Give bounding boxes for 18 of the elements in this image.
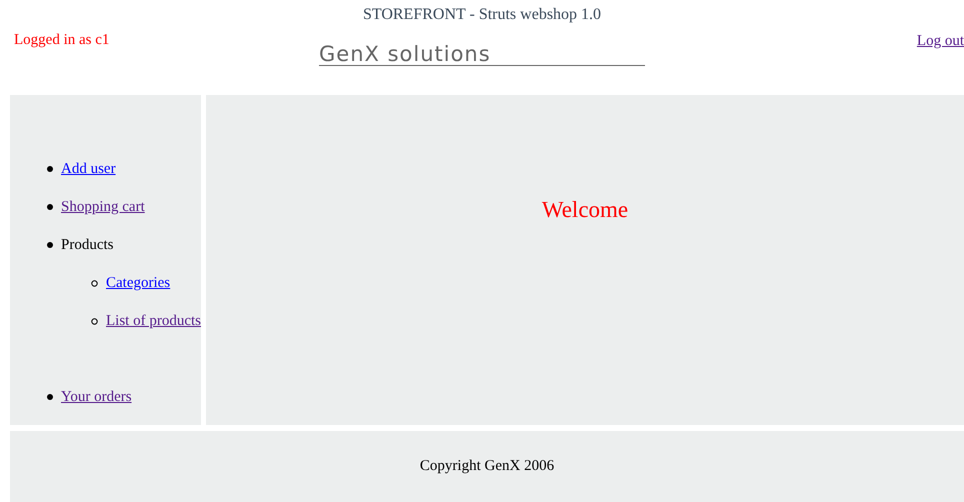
nav-link[interactable]: Add user xyxy=(61,160,116,178)
nav-link[interactable]: Your orders xyxy=(61,388,132,406)
logo: GenX solutions xyxy=(319,38,645,66)
bullet-icon xyxy=(47,242,53,248)
welcome-heading: Welcome xyxy=(542,197,628,224)
bullet-icon xyxy=(47,394,53,400)
site-title: STOREFRONT - Struts webshop 1.0 xyxy=(362,5,602,24)
nav-link[interactable]: Categories xyxy=(106,274,170,292)
logout-link[interactable]: Log out xyxy=(916,33,964,49)
bullet-icon xyxy=(47,204,53,210)
circle-bullet-icon xyxy=(91,318,98,324)
circle-bullet-icon xyxy=(91,280,98,286)
nav-link[interactable]: List of products xyxy=(106,312,201,330)
copyright-text: Copyright GenX 2006 xyxy=(420,458,554,475)
nav-link[interactable]: Shopping cart xyxy=(61,198,145,216)
nav-label: Products xyxy=(61,236,114,254)
bullet-icon xyxy=(47,166,53,172)
login-status: Logged in as c1 xyxy=(13,31,110,50)
